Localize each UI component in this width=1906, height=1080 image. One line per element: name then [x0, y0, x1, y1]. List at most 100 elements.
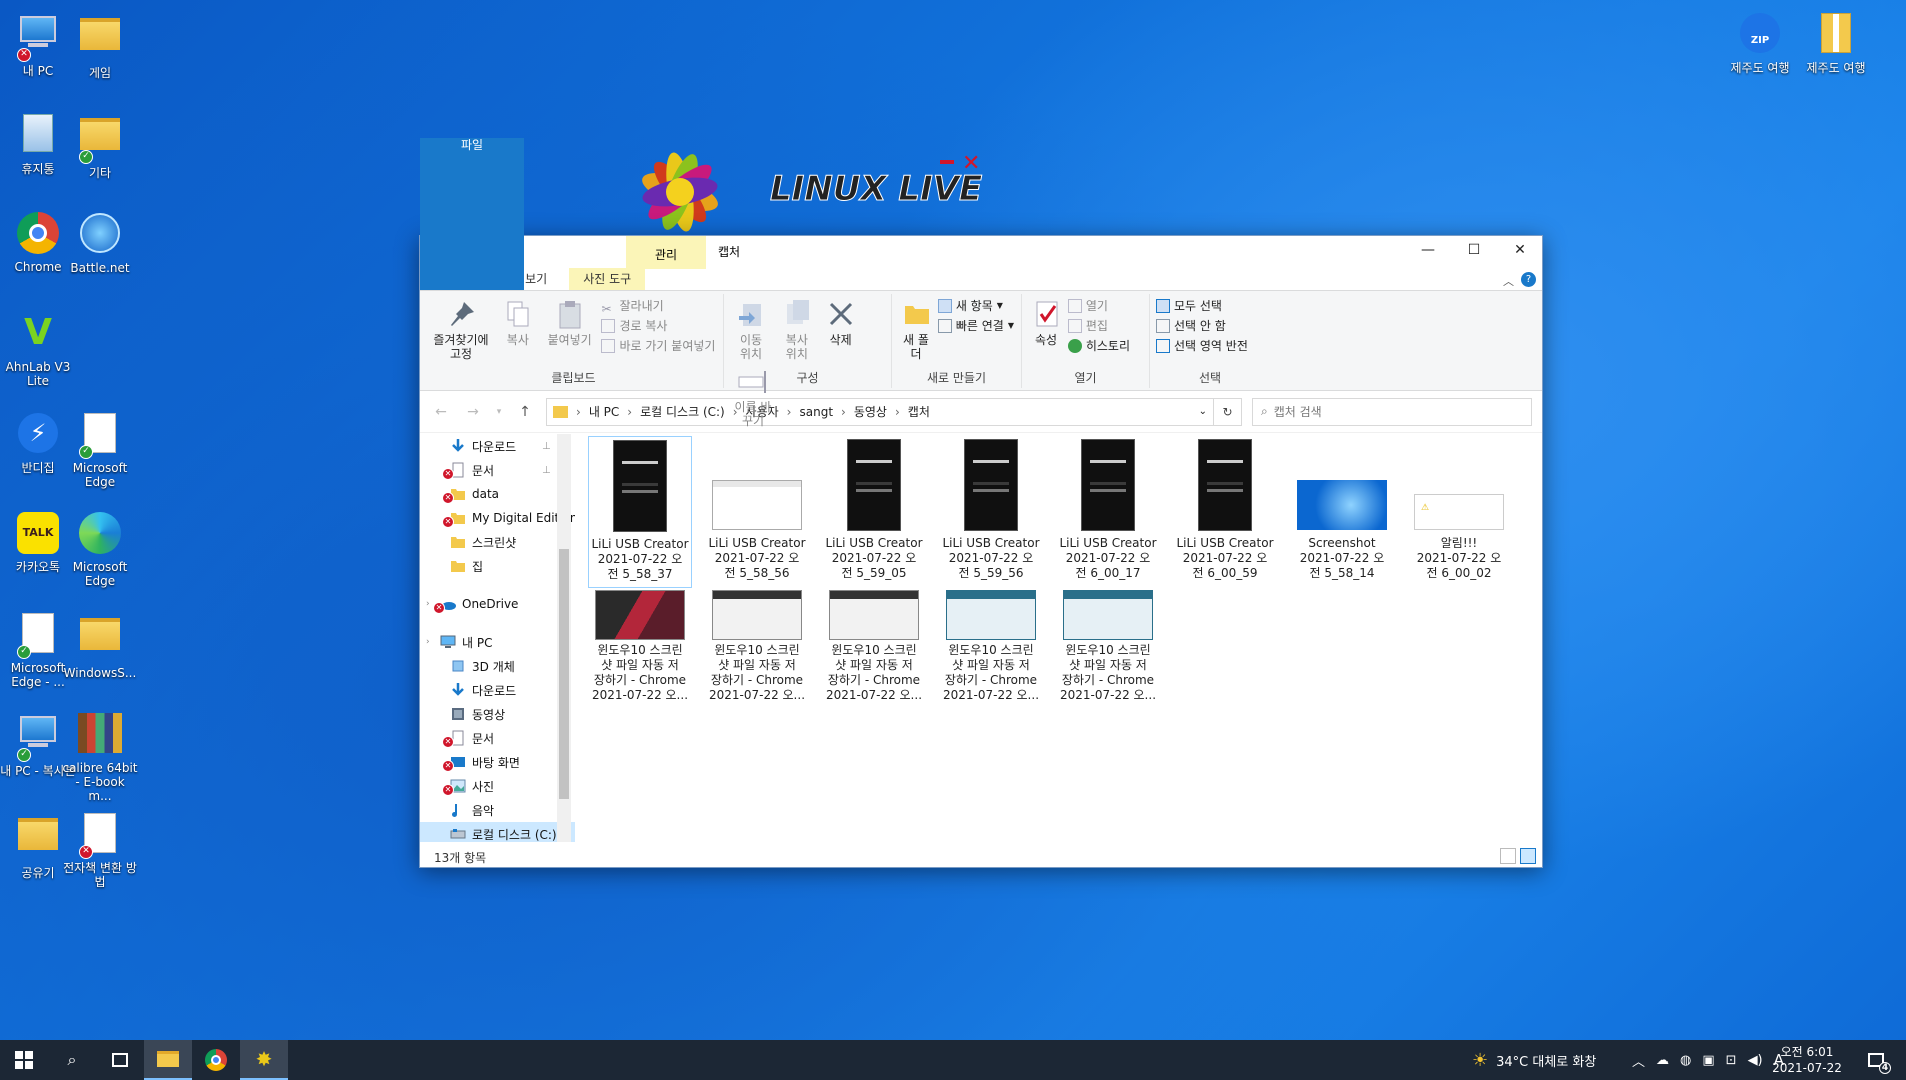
left-icon-10[interactable]: Microsoft Edge: [62, 510, 138, 588]
search-box[interactable]: ⌕ 캡처 검색: [1252, 397, 1532, 426]
breadcrumb-item[interactable]: 로컬 디스크 (C:): [640, 403, 725, 420]
left-icon-14[interactable]: calibre 64bit - E-book m...: [62, 710, 138, 803]
details-view-button[interactable]: [1500, 848, 1516, 864]
file-item[interactable]: LiLi USB Creator 2021-07-22 오전 5_58_56: [705, 436, 809, 588]
file-explorer-taskbar-button[interactable]: [144, 1040, 192, 1080]
file-item[interactable]: LiLi USB Creator 2021-07-22 오전 5_59_56: [939, 436, 1043, 588]
right-icon-0[interactable]: ZIP 제주도 여행: [1722, 10, 1798, 75]
shield-icon[interactable]: ◍: [1680, 1053, 1691, 1068]
breadcrumb-item[interactable]: sangt: [799, 405, 833, 419]
left-icon-8[interactable]: ✓ Microsoft Edge: [62, 410, 138, 489]
nav-item[interactable]: 동영상: [420, 702, 575, 726]
nav-item[interactable]: 스크린샷: [420, 530, 575, 554]
network-icon[interactable]: ⊡: [1726, 1053, 1737, 1068]
left-icon-1[interactable]: 게임: [62, 10, 138, 80]
task-view-button[interactable]: [96, 1040, 144, 1080]
help-icon[interactable]: ?: [1521, 272, 1536, 287]
context-tab-manage[interactable]: 관리: [626, 236, 706, 269]
copy-to-button[interactable]: 복사 위치: [779, 294, 815, 361]
pin-icon[interactable]: ⊥: [542, 441, 551, 452]
close-button[interactable]: ✕: [1497, 236, 1543, 266]
file-item[interactable]: Screenshot 2021-07-22 오전 5_58_14: [1290, 436, 1394, 588]
chevron-up-icon[interactable]: ︿: [1632, 1051, 1645, 1070]
nav-item[interactable]: ✕ My Digital Editions: [420, 506, 575, 530]
left-icon-16[interactable]: ✕ 전자책 변환 방법: [62, 810, 138, 889]
collapse-ribbon-icon[interactable]: ︿: [1503, 273, 1514, 289]
maximize-button[interactable]: ☐: [1451, 236, 1497, 266]
edit-button[interactable]: 편집: [1067, 316, 1130, 336]
easy-access-button[interactable]: 빠른 연결 ▼: [937, 316, 1014, 336]
breadcrumb-item[interactable]: 동영상: [854, 403, 887, 420]
nav-item[interactable]: › ✕ OneDrive: [420, 592, 575, 616]
nav-item[interactable]: 다운로드: [420, 678, 575, 702]
large-icons-view-button[interactable]: [1520, 848, 1536, 864]
move-to-button[interactable]: 이동 위치: [733, 294, 769, 361]
address-dropdown-icon[interactable]: ⌄: [1199, 406, 1207, 417]
tab-picture-tools[interactable]: 사진 도구: [569, 268, 646, 290]
minimize-button[interactable]: —: [1405, 236, 1451, 266]
delete-button[interactable]: 삭제: [825, 294, 857, 347]
forward-button[interactable]: →: [462, 404, 484, 420]
copy-button[interactable]: 복사: [501, 294, 535, 347]
nav-item[interactable]: 음악: [420, 798, 575, 822]
nav-item[interactable]: 3D 개체: [420, 654, 575, 678]
nav-item[interactable]: ✕ 사진: [420, 774, 575, 798]
new-folder-button[interactable]: 새 폴더: [901, 294, 931, 361]
clock[interactable]: 오전 6:01 2021-07-22: [1772, 1040, 1842, 1080]
left-icon-12[interactable]: WindowsS...: [62, 610, 138, 680]
up-button[interactable]: ↑: [514, 404, 536, 420]
file-item[interactable]: 윈도우10 스크린 샷 파일 자동 저 장하기 - Chrome 2021-07-22…: [939, 588, 1043, 740]
breadcrumb-chevron-icon[interactable]: ›: [841, 405, 846, 419]
address-bar[interactable]: › 내 PC › 로컬 디스크 (C:) › 사용자 › sangt › 동영상 › 캡처 ⌄: [546, 397, 1214, 426]
chrome-taskbar-button[interactable]: [192, 1040, 240, 1080]
file-item[interactable]: 윈도우10 스크린 샷 파일 자동 저 장하기 - Chrome 2021-07-22…: [705, 588, 809, 740]
nav-scrollbar[interactable]: [557, 434, 571, 842]
file-item[interactable]: LiLi USB Creator 2021-07-22 오전 6_00_17: [1056, 436, 1160, 588]
refresh-button[interactable]: ↻: [1214, 397, 1242, 426]
open-button[interactable]: 열기: [1067, 296, 1130, 316]
select-none-button[interactable]: 선택 안 함: [1156, 316, 1264, 336]
right-icon-1[interactable]: 제주도 여행: [1798, 10, 1874, 75]
history-button[interactable]: 히스토리: [1067, 336, 1130, 356]
file-item[interactable]: 윈도우10 스크린 샷 파일 자동 저 장하기 - Chrome 2021-07-22…: [588, 588, 692, 740]
select-all-button[interactable]: 모두 선택: [1156, 296, 1264, 316]
breadcrumb-item[interactable]: 캡처: [908, 403, 930, 420]
file-item[interactable]: ⚠ 알림!!! 2021-07-22 오전 6_00_02: [1407, 436, 1511, 588]
paste-shortcut-button[interactable]: 바로 가기 붙여넣기: [601, 336, 715, 356]
weather-widget[interactable]: ☀ 34°C 대체로 화창: [1472, 1040, 1596, 1080]
volume-icon[interactable]: ◀): [1748, 1053, 1763, 1068]
pin-icon[interactable]: ⊥: [542, 465, 551, 476]
nav-item[interactable]: ✕ data: [420, 482, 575, 506]
expand-chevron-icon[interactable]: ›: [426, 637, 430, 647]
nav-item[interactable]: 로컬 디스크 (C:): [420, 822, 575, 842]
notification-center-button[interactable]: 4: [1856, 1040, 1896, 1080]
nav-item[interactable]: ✕ 문서: [420, 726, 575, 750]
cut-button[interactable]: ✂ 잘라내기: [601, 296, 715, 316]
breadcrumb-item[interactable]: 내 PC: [589, 403, 619, 420]
file-item[interactable]: 윈도우10 스크린 샷 파일 자동 저 장하기 - Chrome 2021-07-22…: [1056, 588, 1160, 740]
start-button[interactable]: [0, 1040, 48, 1080]
breadcrumb-chevron-icon[interactable]: ›: [895, 405, 900, 419]
search-button[interactable]: ⌕: [48, 1040, 96, 1080]
copy-path-button[interactable]: 경로 복사: [601, 316, 715, 336]
tab-file[interactable]: 파일: [420, 138, 524, 290]
nav-item[interactable]: ✕ 바탕 화면: [420, 750, 575, 774]
camera-icon[interactable]: ▣: [1702, 1053, 1714, 1068]
cloud-icon[interactable]: ☁: [1656, 1053, 1669, 1068]
recent-locations-button[interactable]: ▾: [494, 407, 504, 417]
file-item[interactable]: LiLi USB Creator 2021-07-22 오전 5_59_05: [822, 436, 926, 588]
paste-button[interactable]: 붙여넣기: [545, 294, 595, 347]
left-icon-6[interactable]: V AhnLab V3 Lite: [0, 310, 76, 388]
back-button[interactable]: ←: [430, 404, 452, 420]
expand-chevron-icon[interactable]: ›: [426, 599, 430, 609]
nav-item[interactable]: › 내 PC: [420, 630, 575, 654]
invert-selection-button[interactable]: 선택 영역 반전: [1156, 336, 1264, 356]
file-item[interactable]: LiLi USB Creator 2021-07-22 오전 6_00_59: [1173, 436, 1277, 588]
breadcrumb-chevron-icon[interactable]: ›: [787, 405, 792, 419]
file-item[interactable]: 윈도우10 스크린 샷 파일 자동 저 장하기 - Chrome 2021-07-22…: [822, 588, 926, 740]
file-item[interactable]: LiLi USB Creator 2021-07-22 오전 5_58_37: [588, 436, 692, 588]
pin-quick-access-button[interactable]: 즐겨찾기에 고정: [433, 294, 491, 361]
new-item-button[interactable]: 새 항목 ▼: [937, 296, 1014, 316]
left-icon-3[interactable]: ✓ 기타: [62, 110, 138, 180]
nav-item[interactable]: ✕ 문서 ⊥: [420, 458, 575, 482]
